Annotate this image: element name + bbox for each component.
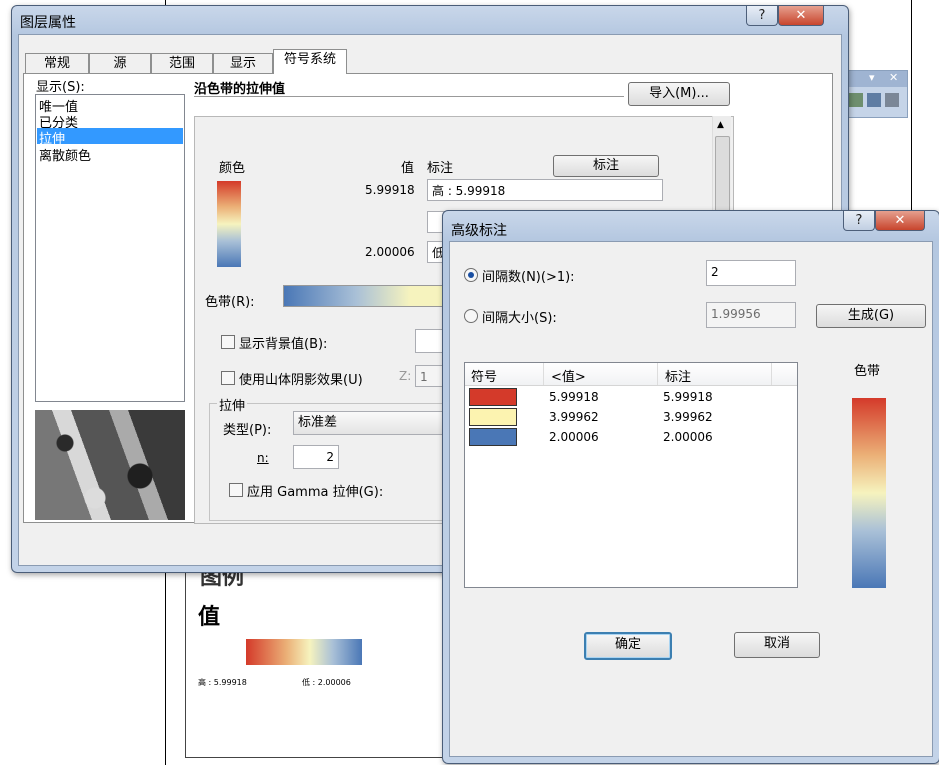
table-row[interactable]: 5.99918 5.99918 xyxy=(465,387,797,407)
toolbar-menu-icon[interactable]: ▾ xyxy=(869,71,875,84)
window-title: 图层属性 xyxy=(20,15,76,31)
help-button[interactable]: ? xyxy=(746,6,778,26)
toolbar-close-icon[interactable]: ✕ xyxy=(889,71,898,84)
row-label[interactable]: 2.00006 xyxy=(663,430,713,444)
tab-source[interactable]: 源 xyxy=(89,53,151,74)
row-value: 2.00006 xyxy=(549,430,599,444)
legend-low-text: 低 : 2.00006 xyxy=(302,678,351,687)
show-background-label: 显示背景值(B): xyxy=(239,337,328,352)
tab-general[interactable]: 常规 xyxy=(25,53,89,74)
tab-display[interactable]: 显示 xyxy=(213,53,273,74)
row-value: 5.99918 xyxy=(549,390,599,404)
interval-count-label: 间隔数(N)(>1): xyxy=(482,270,575,285)
close-button[interactable]: ✕ xyxy=(778,6,824,26)
z-label: Z: xyxy=(399,369,412,383)
n-value-field[interactable]: 2 xyxy=(293,445,339,469)
stretch-type-dropdown[interactable]: 标准差 xyxy=(293,411,453,435)
tab-extent[interactable]: 范围 xyxy=(151,53,213,74)
header-value[interactable]: <值> xyxy=(551,366,586,385)
hillshade-label: 使用山体阴影效果(U) xyxy=(239,373,363,388)
interval-count-field[interactable]: 2 xyxy=(706,260,796,286)
mini-toolbar: ▾ ✕ xyxy=(846,70,908,118)
toolbar-tool-icon[interactable] xyxy=(885,93,899,107)
type-label: 类型(P): xyxy=(223,423,272,438)
ok-button[interactable]: 确定 xyxy=(584,632,672,660)
stretch-preview-image xyxy=(35,410,185,520)
color-ramp-dropdown[interactable] xyxy=(283,285,465,307)
gamma-label: 应用 Gamma 拉伸(G): xyxy=(247,485,384,500)
scroll-up-icon[interactable]: ▲ xyxy=(717,120,724,130)
toolbar-tool-icon[interactable] xyxy=(849,93,863,107)
header-symbol[interactable]: 符号 xyxy=(471,366,497,385)
legend-value-heading: 值 xyxy=(198,605,221,630)
dialog-title: 高级标注 xyxy=(451,223,507,239)
close-button[interactable]: ✕ xyxy=(875,211,925,231)
color-column-header: 颜色 xyxy=(219,161,246,176)
symbol-swatch[interactable] xyxy=(469,408,517,426)
label-column-header: 标注 xyxy=(427,161,454,176)
import-button[interactable]: 导入(M)... xyxy=(628,82,730,106)
generate-button[interactable]: 生成(G) xyxy=(816,304,926,328)
value-column-header: 值 xyxy=(401,161,415,176)
row-value: 3.99962 xyxy=(549,410,599,424)
symbol-swatch[interactable] xyxy=(469,388,517,406)
interval-size-field[interactable]: 1.99956 xyxy=(706,302,796,328)
legend-high-text: 高 : 5.99918 xyxy=(198,678,247,687)
ramp-preview xyxy=(852,398,886,588)
color-ramp-label: 色带(R): xyxy=(205,295,255,310)
render-type-list[interactable]: 唯一值 已分类 拉伸 离散颜色 xyxy=(35,94,185,402)
table-header: 符号 <值> 标注 xyxy=(465,363,797,386)
interval-size-label: 间隔大小(S): xyxy=(482,311,557,326)
table-row[interactable]: 3.99962 3.99962 xyxy=(465,407,797,427)
tab-symbology[interactable]: 符号系统 xyxy=(273,49,347,74)
toolbar-tool-icon[interactable] xyxy=(867,93,881,107)
interval-size-radio[interactable] xyxy=(464,309,478,323)
table-row[interactable]: 2.00006 2.00006 xyxy=(465,427,797,447)
stretch-group-label: 拉伸 xyxy=(217,395,248,414)
color-ramp-swatch xyxy=(217,181,241,267)
cancel-button[interactable]: 取消 xyxy=(734,632,820,658)
help-button[interactable]: ? xyxy=(843,211,875,231)
show-label: 显示(S): xyxy=(36,80,85,95)
list-item[interactable]: 离散颜色 xyxy=(39,145,91,164)
gamma-checkbox[interactable] xyxy=(229,483,243,497)
advanced-labeling-dialog: 高级标注 ? ✕ 间隔数(N)(>1): 2 间隔大小(S): 1.99956 … xyxy=(442,210,939,764)
label-button[interactable]: 标注 xyxy=(553,155,659,177)
row-label[interactable]: 5.99918 xyxy=(663,390,713,404)
class-table[interactable]: 符号 <值> 标注 5.99918 5.99918 3.99962 3.99962 2.… xyxy=(464,362,798,588)
dialog-client: 间隔数(N)(>1): 2 间隔大小(S): 1.99956 生成(G) 符号 … xyxy=(449,241,933,757)
low-value: 2.00006 xyxy=(365,245,415,259)
n-label: n: xyxy=(257,451,269,465)
high-label-field[interactable]: 高 : 5.99918 xyxy=(427,179,663,201)
legend-color-ramp xyxy=(246,639,362,665)
show-background-checkbox[interactable] xyxy=(221,335,235,349)
high-value: 5.99918 xyxy=(365,183,415,197)
row-label[interactable]: 3.99962 xyxy=(663,410,713,424)
symbol-swatch[interactable] xyxy=(469,428,517,446)
hillshade-checkbox[interactable] xyxy=(221,371,235,385)
interval-count-radio[interactable] xyxy=(464,268,478,282)
list-item-selected[interactable]: 拉伸 xyxy=(37,128,183,147)
layout-page-border-right xyxy=(911,0,912,220)
symbology-heading: 沿色带的拉伸值 xyxy=(194,82,286,97)
header-label[interactable]: 标注 xyxy=(665,366,691,385)
ramp-label: 色带 xyxy=(854,364,881,379)
